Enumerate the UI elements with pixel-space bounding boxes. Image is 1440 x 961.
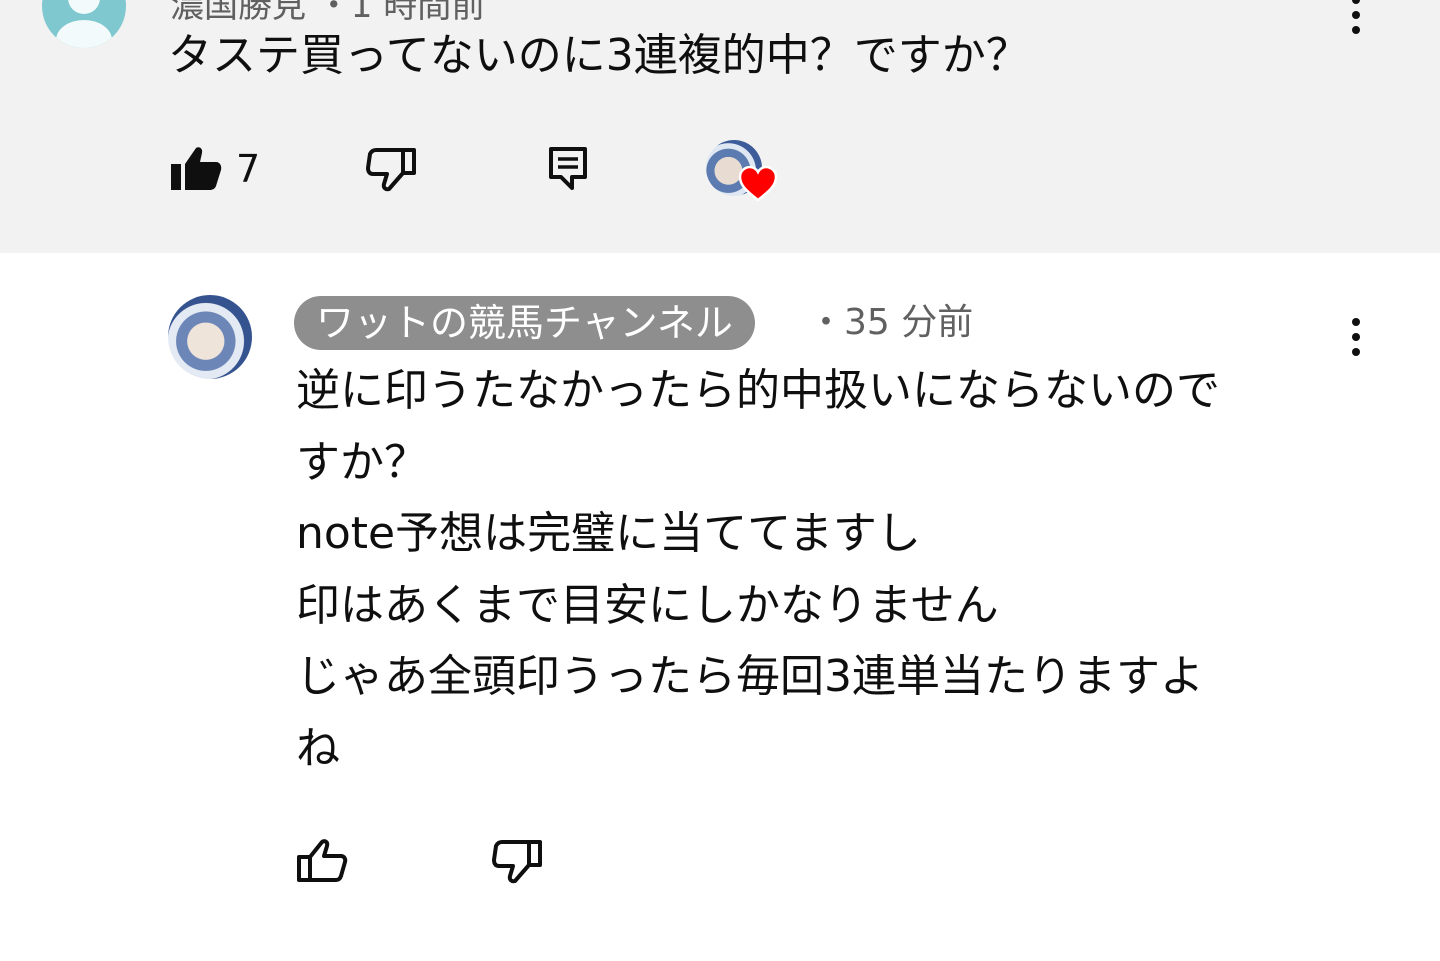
reply-button[interactable] bbox=[548, 146, 588, 192]
top-comment: 濃国勝見 ・1 時間前 タステ買ってないのに3連複的中？ですか？ 7 bbox=[0, 0, 1440, 253]
thumbs-down-icon bbox=[366, 148, 416, 192]
reply-icon bbox=[549, 147, 587, 190]
more-vert-icon[interactable] bbox=[1336, 0, 1376, 45]
reply-text-line: note予想は完璧に当ててますし bbox=[296, 508, 921, 559]
dislike-button[interactable] bbox=[492, 838, 544, 884]
reply-text: 逆に印うたなかったら的中扱いにならないので すか？ note予想は完璧に当ててま… bbox=[296, 355, 1356, 784]
like-count: 7 bbox=[236, 147, 261, 191]
reply-avatar[interactable] bbox=[168, 295, 252, 379]
reply-text-line: 逆に印うたなかったら的中扱いにならないので bbox=[296, 365, 1220, 416]
comment-text: タステ買ってないのに3連複的中？ですか？ bbox=[168, 30, 1030, 81]
channel-name-badge[interactable]: ワットの競馬チャンネル bbox=[294, 296, 755, 350]
person-icon bbox=[56, 0, 112, 48]
reply-text-line: じゃあ全頭印うったら毎回3連単当たりますよ bbox=[296, 651, 1204, 702]
dislike-button[interactable] bbox=[366, 146, 418, 192]
like-button[interactable] bbox=[296, 838, 348, 884]
reply-timestamp: ・35 分前 bbox=[808, 302, 974, 343]
thumbs-up-filled-icon bbox=[171, 147, 222, 190]
comment-author[interactable]: 濃国勝見 ・1 時間前 bbox=[170, 0, 485, 27]
thumbs-up-outline-icon bbox=[297, 839, 348, 882]
like-button[interactable]: 7 bbox=[170, 146, 260, 192]
default-avatar[interactable] bbox=[42, 0, 126, 48]
reply-text-line: 印はあくまで目安にしかなりません bbox=[296, 579, 999, 631]
heart-icon bbox=[738, 166, 778, 202]
reply-text-line: ね bbox=[296, 722, 340, 774]
thumbs-down-icon bbox=[492, 840, 542, 884]
reply-text-line: すか？ bbox=[296, 436, 428, 488]
creator-heart bbox=[706, 140, 782, 206]
